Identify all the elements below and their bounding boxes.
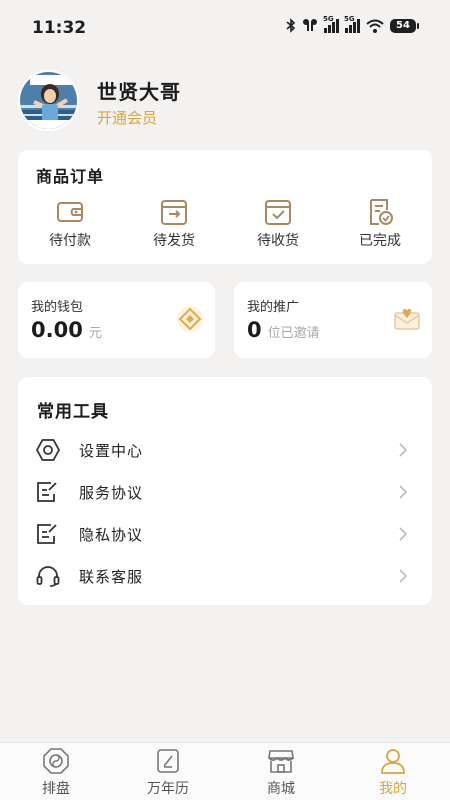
tab-mine[interactable]: 我的 [358, 747, 428, 798]
user-icon [381, 749, 405, 774]
battery-icon: 54 [390, 18, 419, 33]
tab-store[interactable]: 商城 [246, 747, 316, 798]
tab-paipan[interactable]: 排盘 [21, 747, 91, 798]
tools-title: 常用工具 [37, 402, 109, 422]
privacy-agreement-row[interactable]: 隐私协议 [18, 513, 432, 555]
order-pending-receipt[interactable]: 待收货 [238, 198, 318, 250]
promotion-title: 我的推广 [247, 300, 300, 315]
open-vip-link[interactable]: 开通会员 [97, 107, 157, 128]
receive-box-icon [265, 200, 291, 225]
user-name: 世贤大哥 [97, 80, 181, 104]
agreement-icon [37, 482, 57, 502]
tool-label: 隐私协议 [79, 526, 144, 544]
avatar[interactable] [18, 70, 79, 131]
headset-icon [36, 566, 60, 587]
order-label: 待发货 [153, 233, 195, 249]
promotion-unit: 位已邀请 [267, 326, 320, 341]
bluetooth-icon [286, 18, 296, 33]
status-icons: 5G 5G 54 [286, 15, 419, 33]
privacy-icon [37, 524, 57, 544]
compass-icon [43, 748, 69, 774]
earbuds-icon [303, 19, 317, 31]
chevron-right-icon [399, 443, 408, 457]
shipping-box-icon [161, 200, 187, 225]
orders-title: 商品订单 [36, 167, 105, 186]
store-icon [268, 750, 294, 773]
order-completed[interactable]: 已完成 [340, 198, 420, 250]
order-pending-shipment[interactable]: 待发货 [134, 198, 214, 250]
contact-support-row[interactable]: 联系客服 [18, 555, 432, 597]
completed-doc-icon [370, 199, 393, 225]
settings-icon [36, 439, 60, 461]
calendar-icon [157, 749, 179, 773]
promotion-count: 0 位已邀请 [247, 318, 320, 342]
service-agreement-row[interactable]: 服务协议 [18, 471, 432, 513]
tab-label: 我的 [379, 781, 407, 797]
wallet-unit: 元 [88, 326, 102, 341]
tool-label: 联系客服 [79, 568, 144, 586]
tab-label: 排盘 [42, 781, 70, 797]
chevron-right-icon [399, 527, 408, 541]
tab-calendar[interactable]: 万年历 [133, 747, 203, 798]
chevron-right-icon [399, 569, 408, 583]
wallet-card[interactable]: 我的钱包 0.00 元 [18, 282, 215, 358]
wifi-icon [366, 19, 384, 33]
status-bar: 11:32 5G 5G 54 [0, 0, 450, 56]
tab-label: 万年历 [147, 781, 189, 797]
order-label: 已完成 [359, 233, 401, 249]
promotion-card[interactable]: 我的推广 0 位已邀请 [234, 282, 432, 358]
chevron-right-icon [399, 485, 408, 499]
tools-card: 常用工具 设置中心 服务协议 隐私协议 联系客服 [18, 377, 432, 605]
order-label: 待收货 [257, 233, 299, 249]
settings-center-row[interactable]: 设置中心 [18, 429, 432, 471]
wallet-title: 我的钱包 [31, 300, 84, 315]
order-label: 待付款 [49, 233, 91, 249]
tool-label: 设置中心 [79, 442, 144, 460]
orders-card: 商品订单 待付款 待发货 待收货 已完成 [18, 150, 432, 264]
tool-label: 服务协议 [79, 484, 144, 502]
signal-icon: 5G [323, 15, 339, 33]
bottom-tab-bar: 排盘 万年历 商城 我的 [0, 742, 450, 800]
wallet-icon [57, 202, 83, 222]
signal-icon-2: 5G [344, 15, 360, 33]
coin-icon [177, 306, 203, 332]
wallet-balance: 0.00 元 [31, 318, 102, 342]
order-pending-payment[interactable]: 待付款 [30, 198, 110, 250]
status-time: 11:32 [32, 18, 87, 38]
tab-label: 商城 [267, 781, 295, 797]
profile-header[interactable]: 世贤大哥 开通会员 [18, 70, 432, 132]
invite-envelope-icon [394, 309, 420, 330]
